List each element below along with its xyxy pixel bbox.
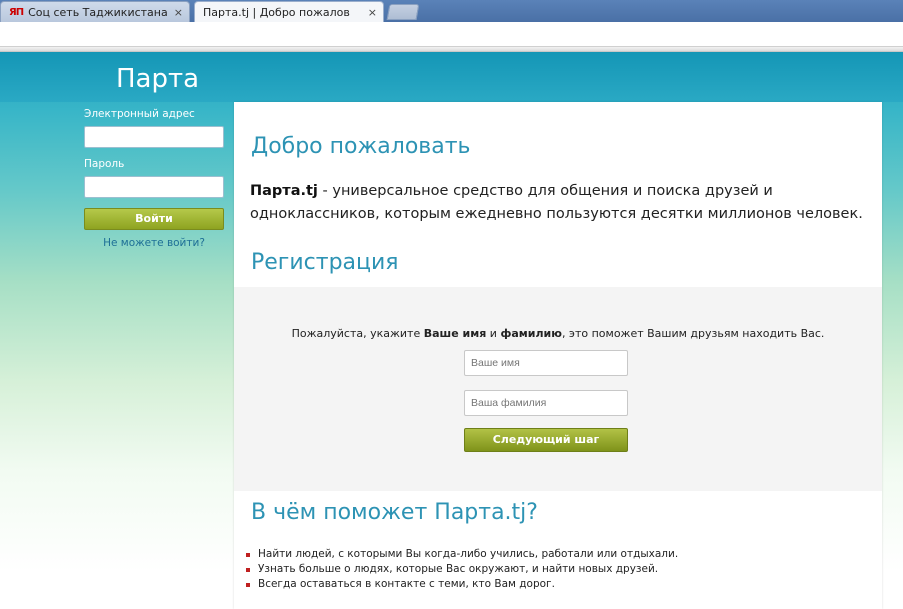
intro-description: - универсальное средство для общения и п… [250,183,863,222]
login-form: Электронный адрес Пароль Войти Не можете… [84,108,224,249]
prompt-name-emphasis: Ваше имя [423,327,487,340]
browser-tab-parta[interactable]: Парта.tj | Добро пожалов × [194,1,384,22]
browser-tabstrip: ЯП Соц сеть Таджикистана - × Парта.tj | … [0,0,903,22]
forgot-password-link[interactable]: Не можете войти? [84,237,224,249]
help-list: Найти людей, с которыми Вы когда-либо уч… [246,547,678,592]
registration-heading: Регистрация [251,250,399,275]
prompt-text: , это поможет Вашим друзьям находить Вас… [561,327,825,340]
password-field[interactable] [84,176,224,198]
next-step-button[interactable]: Следующий шаг [464,428,628,452]
main-card: Добро пожаловать Парта.tj - универсально… [234,102,882,609]
site-header: Парта [0,52,903,102]
close-icon[interactable]: × [368,6,377,19]
list-item-text: Всегда оставаться в контакте с теми, кто… [258,578,555,590]
email-label: Электронный адрес [84,108,195,120]
list-item: Найти людей, с которыми Вы когда-либо уч… [246,547,678,562]
bullet-icon [246,567,250,572]
email-field[interactable] [84,126,224,148]
prompt-text: и [486,327,501,340]
bullet-icon [246,582,250,587]
welcome-heading: Добро пожаловать [251,134,471,159]
bullet-icon [246,552,250,557]
first-name-field[interactable] [464,350,628,376]
password-label: Пароль [84,158,125,170]
intro-brand: Парта.tj [250,183,318,199]
list-item: Всегда оставаться в контакте с теми, кто… [246,577,678,592]
registration-prompt: Пожалуйста, укажите Ваше имя и фамилию, … [234,327,882,340]
close-icon[interactable]: × [174,6,183,19]
list-item: Узнать больше о людях, которые Вас окруж… [246,562,678,577]
last-name-field[interactable] [464,390,628,416]
new-tab-button[interactable] [386,4,420,20]
prompt-surname-emphasis: фамилию [500,327,562,340]
list-item-text: Найти людей, с которыми Вы когда-либо уч… [258,548,679,560]
tab-title: Соц сеть Таджикистана - [28,5,170,19]
login-button[interactable]: Войти [84,208,224,230]
yap-favicon-icon: ЯП [9,6,24,18]
intro-text: Парта.tj - универсальное средство для об… [250,180,870,226]
browser-tab-social[interactable]: ЯП Соц сеть Таджикистана - × [0,1,190,22]
page-background: Парта Электронный адрес Пароль Войти Не … [0,52,903,609]
help-heading: В чём поможет Парта.tj? [251,500,538,525]
tab-title: Парта.tj | Добро пожалов [203,5,350,19]
site-title[interactable]: Парта [116,64,199,94]
prompt-text: Пожалуйста, укажите [291,327,424,340]
registration-form: Пожалуйста, укажите Ваше имя и фамилию, … [234,287,882,491]
list-item-text: Узнать больше о людях, которые Вас окруж… [258,563,659,575]
